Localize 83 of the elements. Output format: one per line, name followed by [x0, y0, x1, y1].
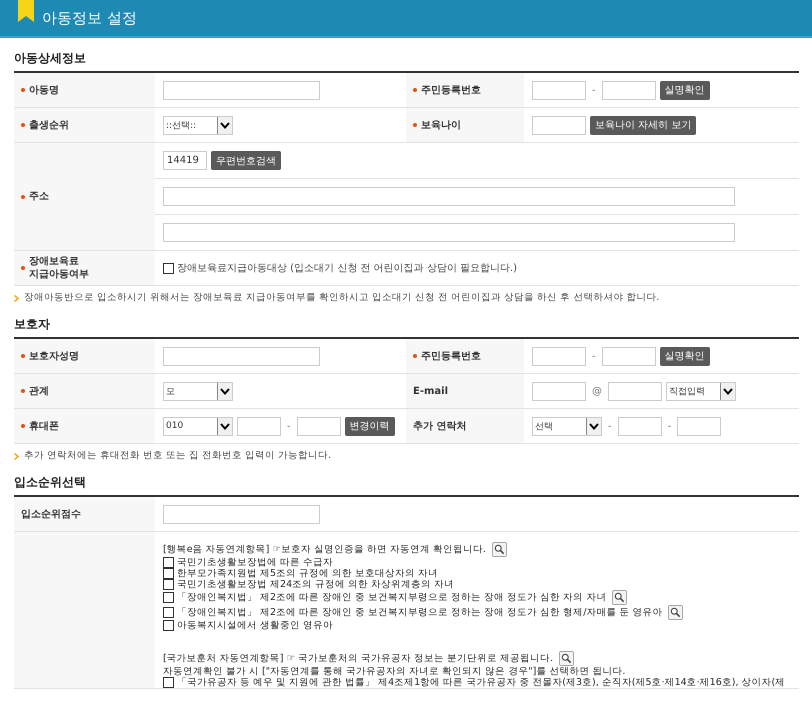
- field-label: 주민등록번호: [421, 350, 481, 362]
- field-label: 입소순위점수: [21, 508, 81, 520]
- chevron-down-icon[interactable]: [220, 422, 230, 430]
- separator-text: -: [286, 420, 292, 432]
- separator-text: -: [607, 420, 613, 432]
- field-label: 아동명: [29, 84, 59, 96]
- search-icon[interactable]: [612, 590, 628, 605]
- checkbox[interactable]: [163, 620, 174, 631]
- dropdown[interactable]: 010: [163, 416, 233, 436]
- info-text: [국가보훈처 자동연계항목] ☞ 국가보훈처의 국가유공자 정보는 분기단위로 제공됩니다.: [163, 653, 554, 664]
- separator-text: -: [666, 420, 672, 432]
- checkbox[interactable]: [163, 592, 174, 603]
- input-field[interactable]: [163, 187, 735, 206]
- info-text: [행복e음 자동연계항목] ☞보호자 실명인증을 하면 자동연계 확인됩니다.: [163, 544, 486, 555]
- note-text: 장애아동반으로 입소하시기 위해서는 장애보육료 지급아동여부를 확인하시고 입소대기 신청 전 어린이집과 상담을 하신 후 선택하셔야 합니다.: [24, 292, 660, 304]
- section-title: 아동상세정보: [14, 50, 87, 67]
- checkbox-label: 한부모가족지원법 제5조의 규정에 의한 보호대상자의 자녀: [177, 568, 438, 579]
- input-field[interactable]: [237, 416, 281, 436]
- section-title: 보호자: [14, 316, 51, 333]
- input-field[interactable]: [608, 382, 662, 400]
- checkbox-label: 장애보육료지급아동대상 (입소대기 신청 전 어린이집과 상담이 필요합니다.): [177, 262, 518, 275]
- chevron-icon: [14, 452, 19, 460]
- button[interactable]: 실명확인: [660, 346, 710, 366]
- button[interactable]: 변경이력: [344, 416, 395, 436]
- bookmark-icon: [18, 0, 34, 22]
- field-label: 장애보육료 지급아동여부: [29, 255, 89, 281]
- input-field[interactable]: [532, 116, 586, 134]
- input-field[interactable]: [602, 346, 656, 366]
- input-field[interactable]: [163, 80, 320, 100]
- search-icon[interactable]: [492, 542, 507, 557]
- chevron-icon: [14, 294, 19, 302]
- button[interactable]: 실명확인: [660, 80, 710, 100]
- separator-text: -: [591, 350, 597, 362]
- checkbox-label: 아동복지시설에서 생활중인 영유아: [177, 620, 334, 631]
- dropdown[interactable]: 직접입력: [666, 382, 736, 400]
- field-label: 보육나이: [421, 118, 461, 132]
- checkbox-label: 국민기초생활보장법 제24조의 규정에 의한 차상위계층의 자녀: [177, 579, 454, 590]
- checkbox-label: 「장애인복지법」 제2조에 따른 장애인 중 보건복지부령으로 정하는 장애 정도가 심한 형제/자매를 둔 영유아: [177, 607, 662, 618]
- checkbox-label: 국민기초생활보장법에 따른 수급자: [177, 557, 334, 568]
- field-label: 주소: [29, 190, 49, 203]
- input-field[interactable]: [618, 416, 662, 436]
- input-field[interactable]: [163, 504, 320, 524]
- field-label: 휴대폰: [29, 420, 59, 432]
- chevron-down-icon[interactable]: [220, 122, 230, 128]
- note-text: 추가 연락처에는 휴대전화 번호 또는 집 전화번호 입력이 가능합니다.: [24, 450, 332, 462]
- button[interactable]: 보육나이 자세히 보기: [590, 116, 696, 134]
- input-field[interactable]: [532, 382, 586, 400]
- separator-text: @: [591, 386, 603, 396]
- input-field[interactable]: [602, 80, 656, 100]
- field-label: 보호자성명: [29, 350, 79, 362]
- checkbox[interactable]: [163, 262, 174, 274]
- checkbox[interactable]: [163, 607, 174, 618]
- input-field[interactable]: [163, 346, 320, 366]
- search-icon[interactable]: [668, 605, 684, 620]
- input-field[interactable]: [532, 80, 586, 100]
- input-field[interactable]: [677, 416, 722, 436]
- input-field[interactable]: 14419: [163, 151, 207, 170]
- chevron-down-icon[interactable]: [723, 388, 733, 394]
- chevron-down-icon[interactable]: [589, 422, 599, 430]
- field-label: 추가 연락처: [413, 420, 466, 432]
- page-title: 아동정보 설정: [42, 8, 137, 28]
- dropdown[interactable]: ::선택::: [163, 116, 233, 134]
- checkbox-label: 「장애인복지법」 제2조에 따른 장애인 중 보건복지부령으로 정하는 장애 정도가 심한 자의 자녀: [177, 592, 606, 603]
- field-label: 출생순위: [29, 118, 69, 132]
- checkbox[interactable]: [163, 568, 174, 579]
- chevron-down-icon[interactable]: [220, 388, 230, 394]
- field-label: 주민등록번호: [421, 84, 481, 96]
- dropdown[interactable]: 선택: [532, 416, 602, 436]
- checkbox[interactable]: [163, 677, 174, 688]
- separator-text: -: [591, 84, 597, 96]
- input-field[interactable]: [163, 223, 735, 242]
- checkbox[interactable]: [163, 557, 174, 568]
- info-text: 자동연계확인 불가 시 ["자동연계를 통해 국가유공자의 자녀로 확인되지 않은 경우"]를 선택하면 됩니다.: [163, 666, 626, 677]
- checkbox[interactable]: [163, 579, 174, 590]
- checkbox-label: 「국가유공자 등 예우 및 지원에 관한 법률」 제4조제1항에 따른 국가유공자 중 전몰자(제3호), 순직자(제5호·제14호·제16호), 상이자(제: [177, 677, 786, 688]
- field-label: 관계: [29, 384, 49, 398]
- input-field[interactable]: [532, 346, 586, 366]
- button[interactable]: 우편번호검색: [211, 151, 281, 170]
- input-field[interactable]: [296, 416, 341, 436]
- field-label: E-mail: [413, 384, 448, 398]
- dropdown[interactable]: 모: [163, 382, 233, 400]
- search-icon[interactable]: [559, 651, 574, 666]
- section-title: 입소순위선택: [14, 474, 87, 491]
